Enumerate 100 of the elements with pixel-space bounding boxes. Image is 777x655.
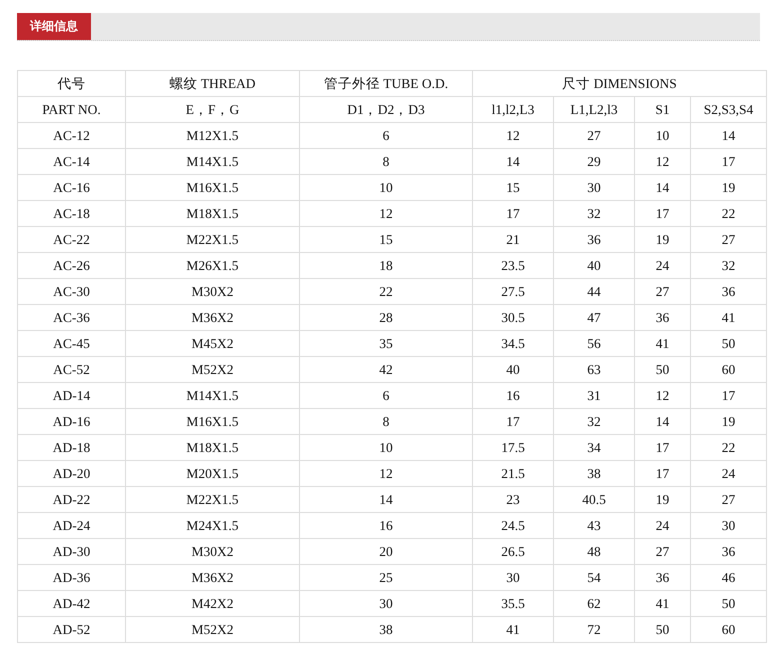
table-cell: 35 [300, 330, 472, 356]
table-cell: 31 [554, 382, 634, 408]
table-cell: 46 [690, 564, 767, 590]
table-cell: M12X1.5 [126, 122, 300, 148]
table-cell: 50 [634, 356, 690, 382]
table-cell: 14 [472, 148, 554, 174]
table-cell: AC-12 [18, 122, 126, 148]
table-cell: 40 [554, 252, 634, 278]
column-header: S2,S3,S4 [690, 96, 767, 122]
table-cell: 24.5 [472, 512, 554, 538]
table-cell: 62 [554, 590, 634, 616]
table-cell: 10 [300, 434, 472, 460]
table-cell: 41 [472, 616, 554, 642]
table-cell: 21.5 [472, 460, 554, 486]
table-cell: 29 [554, 148, 634, 174]
table-cell: AC-36 [18, 304, 126, 330]
table-cell: M36X2 [126, 564, 300, 590]
table-cell: 16 [300, 512, 472, 538]
table-cell: 19 [690, 408, 767, 434]
table-cell: 41 [690, 304, 767, 330]
table-cell: 43 [554, 512, 634, 538]
table-cell: M30X2 [126, 278, 300, 304]
table-cell: M36X2 [126, 304, 300, 330]
table-cell: M14X1.5 [126, 148, 300, 174]
table-cell: 19 [690, 174, 767, 200]
table-cell: 6 [300, 382, 472, 408]
table-cell: 41 [634, 590, 690, 616]
table-cell: 25 [300, 564, 472, 590]
table-cell: 63 [554, 356, 634, 382]
table-cell: 6 [300, 122, 472, 148]
table-cell: 26.5 [472, 538, 554, 564]
table-cell: 41 [634, 330, 690, 356]
table-cell: M18X1.5 [126, 200, 300, 226]
table-cell: AC-14 [18, 148, 126, 174]
table-cell: M30X2 [126, 538, 300, 564]
column-header: PART NO. [18, 96, 126, 122]
table-cell: AD-18 [18, 434, 126, 460]
table-cell: 24 [690, 460, 767, 486]
table-cell: M45X2 [126, 330, 300, 356]
table-cell: AD-30 [18, 538, 126, 564]
table-cell: 30 [554, 174, 634, 200]
table-cell: 38 [300, 616, 472, 642]
table-cell: 12 [300, 200, 472, 226]
table-cell: 36 [554, 226, 634, 252]
table-cell: AD-20 [18, 460, 126, 486]
table-cell: M20X1.5 [126, 460, 300, 486]
table-cell: M16X1.5 [126, 408, 300, 434]
table-cell: 30 [690, 512, 767, 538]
table-cell: AD-52 [18, 616, 126, 642]
table-cell: 10 [634, 122, 690, 148]
column-header: L1,L2,l3 [554, 96, 634, 122]
table-cell: 30 [472, 564, 554, 590]
table-cell: 50 [690, 330, 767, 356]
table-cell: 50 [690, 590, 767, 616]
column-header: l1,l2,L3 [472, 96, 554, 122]
table-cell: 20 [300, 538, 472, 564]
table-cell: M18X1.5 [126, 434, 300, 460]
table-cell: 38 [554, 460, 634, 486]
table-cell: 24 [634, 512, 690, 538]
table-cell: 27 [554, 122, 634, 148]
table-cell: 47 [554, 304, 634, 330]
table-cell: AC-22 [18, 226, 126, 252]
column-header: 管子外径 TUBE O.D. [300, 70, 472, 96]
table-cell: 56 [554, 330, 634, 356]
table-cell: 27.5 [472, 278, 554, 304]
table-cell: 30.5 [472, 304, 554, 330]
table-cell: AC-30 [18, 278, 126, 304]
table-cell: 72 [554, 616, 634, 642]
table-cell: 40.5 [554, 486, 634, 512]
table-cell: AD-16 [18, 408, 126, 434]
table-cell: AD-22 [18, 486, 126, 512]
table-cell: 17 [472, 200, 554, 226]
table-cell: 48 [554, 538, 634, 564]
table-cell: 22 [690, 434, 767, 460]
table-cell: 17 [634, 460, 690, 486]
table-cell: 14 [634, 174, 690, 200]
table-cell: 60 [690, 616, 767, 642]
table-cell: 32 [554, 408, 634, 434]
table-cell: 14 [634, 408, 690, 434]
table-cell: 36 [634, 304, 690, 330]
table-cell: M24X1.5 [126, 512, 300, 538]
table-cell: 34 [554, 434, 634, 460]
table-cell: 27 [690, 226, 767, 252]
column-header: 代号 [18, 70, 126, 96]
table-cell: 24 [634, 252, 690, 278]
table-cell: M26X1.5 [126, 252, 300, 278]
table-cell: 27 [690, 486, 767, 512]
table-cell: 28 [300, 304, 472, 330]
table-cell: 17 [634, 200, 690, 226]
table-cell: M22X1.5 [126, 226, 300, 252]
table-cell: 35.5 [472, 590, 554, 616]
table-cell: 36 [690, 278, 767, 304]
table-cell: 19 [634, 486, 690, 512]
table-cell: 22 [690, 200, 767, 226]
table-cell: M42X2 [126, 590, 300, 616]
table-cell: 54 [554, 564, 634, 590]
table-cell: 44 [554, 278, 634, 304]
table-cell: 18 [300, 252, 472, 278]
column-header: 尺寸 DIMENSIONS [472, 70, 767, 96]
table-cell: 21 [472, 226, 554, 252]
